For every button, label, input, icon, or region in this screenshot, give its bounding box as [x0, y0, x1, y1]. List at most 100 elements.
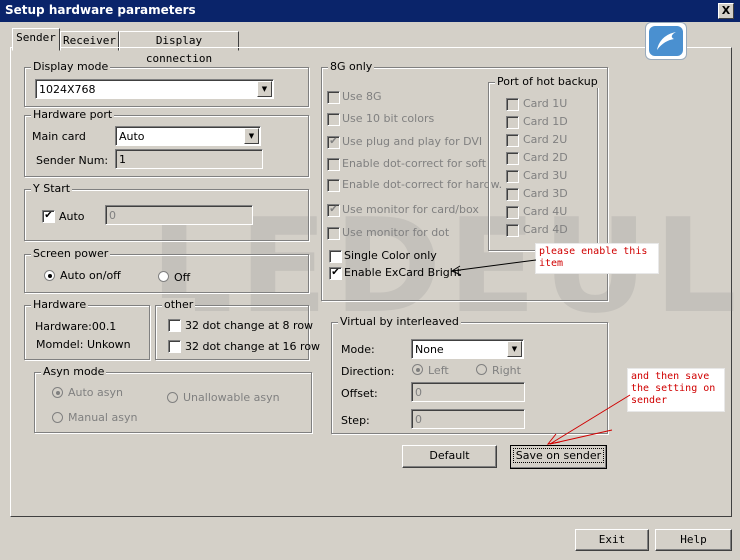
single-color-only-checkbox[interactable]: [329, 250, 342, 263]
help-button[interactable]: Help: [655, 529, 732, 551]
radio-selected-dot: [56, 391, 60, 395]
card-4u-label: Card 4U: [523, 205, 568, 218]
plug-and-play-dvi-checkbox[interactable]: ✔: [327, 136, 340, 149]
card-2u-checkbox[interactable]: [506, 134, 519, 147]
hardware-model: Momdel: Unkown: [36, 338, 131, 351]
asyn-mode-legend: Asyn mode: [41, 365, 107, 378]
mode-label: Mode:: [341, 343, 375, 356]
dot-change-16-row-label: 32 dot change at 16 row: [185, 340, 321, 353]
chevron-down-icon[interactable]: ▼: [257, 81, 272, 97]
y-start-group: Y Start ✔ Auto 0: [24, 182, 309, 241]
hardware-legend: Hardware: [31, 298, 89, 311]
dot-change-16-row-checkbox[interactable]: [168, 340, 181, 353]
chevron-down-icon[interactable]: ▼: [507, 341, 522, 357]
use-10-bit-colors-label: Use 10 bit colors: [342, 112, 435, 125]
card-1u-checkbox[interactable]: [506, 98, 519, 111]
step-label: Step:: [341, 414, 370, 427]
enable-excard-bright-checkbox[interactable]: ✔: [329, 267, 342, 280]
plug-and-play-dvi-label: Use plug and play for DVI: [342, 135, 483, 148]
hot-backup-legend: Port of hot backup: [495, 75, 600, 88]
annotation-line: sender: [631, 395, 668, 406]
auto-asyn-radio[interactable]: [52, 387, 63, 398]
8g-only-legend: 8G only: [328, 60, 375, 73]
direction-right-label: Right: [492, 364, 521, 377]
auto-asyn-label: Auto asyn: [68, 386, 123, 399]
y-start-value-field[interactable]: 0: [105, 205, 253, 225]
monitor-card-box-checkbox[interactable]: ✔: [327, 204, 340, 217]
off-radio[interactable]: [158, 271, 169, 282]
card-2u-label: Card 2U: [523, 133, 568, 146]
close-button[interactable]: X: [718, 3, 734, 19]
other-group: other 32 dot change at 8 row 32 dot chan…: [155, 298, 320, 360]
annotation-note-enable: please enable this item: [535, 243, 659, 274]
card-3d-label: Card 3D: [523, 187, 568, 200]
manual-asyn-label: Manual asyn: [68, 411, 138, 424]
card-1d-checkbox[interactable]: [506, 116, 519, 129]
asyn-mode-group: Asyn mode Auto asyn Unallowable asyn Man…: [34, 365, 312, 433]
card-4u-checkbox[interactable]: [506, 206, 519, 219]
monitor-dot-label: Use monitor for dot: [342, 226, 450, 239]
radio-selected-dot: [416, 368, 420, 372]
y-start-auto-label: Auto: [59, 210, 85, 223]
direction-left-radio[interactable]: [412, 364, 423, 375]
hardware-port-legend: Hardware port: [31, 108, 115, 121]
title-bar: Setup hardware parameters X: [0, 0, 740, 22]
card-4d-checkbox[interactable]: [506, 224, 519, 237]
card-4d-label: Card 4D: [523, 223, 568, 236]
sender-num-field[interactable]: 1: [115, 149, 263, 169]
auto-on-off-label: Auto on/off: [60, 269, 121, 282]
mode-value: None: [415, 343, 444, 356]
dot-correct-soft-label: Enable dot-correct for soft: [342, 157, 487, 170]
direction-label: Direction:: [341, 365, 395, 378]
card-3d-checkbox[interactable]: [506, 188, 519, 201]
window-title: Setup hardware parameters: [5, 3, 196, 17]
use-8g-checkbox[interactable]: [327, 91, 340, 104]
dot-correct-soft-checkbox[interactable]: [327, 158, 340, 171]
tab-sender[interactable]: Sender: [12, 28, 60, 51]
radio-selected-dot: [48, 274, 52, 278]
annotation-note-save: and then save the setting on sender: [627, 368, 725, 412]
dot-change-8-row-label: 32 dot change at 8 row: [185, 319, 314, 332]
main-card-select[interactable]: Auto ▼: [115, 126, 261, 146]
screen-power-legend: Screen power: [31, 247, 111, 260]
display-mode-legend: Display mode: [31, 60, 111, 73]
single-color-only-label: Single Color only: [344, 249, 437, 262]
annotation-line: the setting on: [631, 383, 716, 394]
annotation-line: please enable this: [539, 246, 648, 257]
dot-correct-hardware-checkbox[interactable]: [327, 179, 340, 192]
save-on-sender-label: Save on sender: [512, 448, 605, 463]
direction-right-radio[interactable]: [476, 364, 487, 375]
default-button[interactable]: Default: [402, 445, 497, 468]
annotation-line: item: [539, 258, 564, 269]
monitor-dot-checkbox[interactable]: [327, 227, 340, 240]
card-2d-checkbox[interactable]: [506, 152, 519, 165]
mode-select[interactable]: None ▼: [411, 339, 524, 359]
hot-backup-group: Port of hot backup Card 1U Card 1D Card …: [488, 75, 600, 251]
dot-change-8-row-checkbox[interactable]: [168, 319, 181, 332]
hardware-info-group: Hardware Hardware:00.1 Momdel: Unkown: [24, 298, 150, 360]
card-1u-label: Card 1U: [523, 97, 568, 110]
auto-on-off-radio[interactable]: [44, 270, 55, 281]
exit-button[interactable]: Exit: [575, 529, 649, 551]
offset-field[interactable]: 0: [411, 382, 525, 402]
chevron-down-icon[interactable]: ▼: [244, 128, 259, 144]
use-10-bit-colors-checkbox[interactable]: [327, 113, 340, 126]
y-start-auto-checkbox[interactable]: ✔: [42, 210, 55, 223]
manual-asyn-radio[interactable]: [52, 412, 63, 423]
main-card-value: Auto: [119, 130, 145, 143]
unallowable-asyn-label: Unallowable asyn: [183, 391, 280, 404]
unallowable-asyn-radio[interactable]: [167, 392, 178, 403]
dot-correct-hardware-label: Enable dot-correct for hardw.: [342, 178, 503, 191]
enable-excard-bright-label: Enable ExCard Bright: [344, 266, 462, 279]
off-label: Off: [174, 271, 191, 284]
main-card-label: Main card: [32, 130, 86, 143]
card-3u-checkbox[interactable]: [506, 170, 519, 183]
display-mode-group: Display mode 1024X768 ▼: [24, 60, 309, 107]
save-on-sender-button[interactable]: Save on sender: [510, 445, 607, 469]
display-mode-select[interactable]: 1024X768 ▼: [35, 79, 274, 99]
y-start-legend: Y Start: [31, 182, 73, 195]
step-field[interactable]: 0: [411, 409, 525, 429]
offset-label: Offset:: [341, 387, 378, 400]
hardware-version: Hardware:00.1: [35, 320, 117, 333]
use-8g-label: Use 8G: [342, 90, 382, 103]
